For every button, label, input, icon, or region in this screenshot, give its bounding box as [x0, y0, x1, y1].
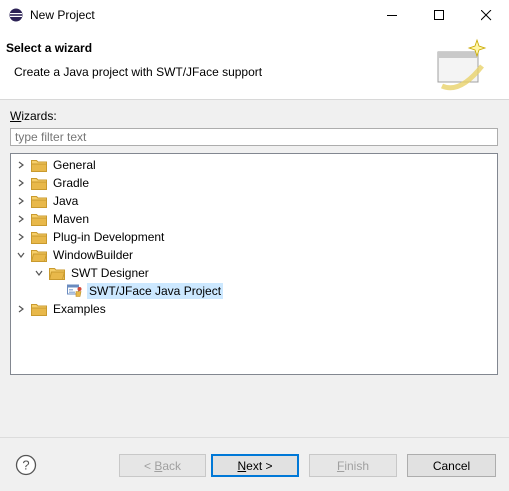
tree-item-label: Examples — [53, 302, 106, 316]
maximize-icon — [433, 9, 444, 20]
tree-item-label: Plug-in Development — [53, 230, 165, 244]
tree-item-label: General — [53, 158, 96, 172]
tree-item-label: SWT/JFace Java Project — [87, 283, 224, 299]
tree-item-windowbuilder[interactable]: WindowBuilder — [15, 246, 135, 264]
chevron-right-icon[interactable] — [15, 174, 27, 192]
maximize-button[interactable] — [416, 0, 462, 30]
folder-open-icon — [31, 249, 47, 262]
separator — [0, 437, 509, 438]
folder-icon — [31, 195, 47, 208]
wizards-label-mnemonic: W — [10, 109, 22, 123]
tree-item-swt-jface-java-project[interactable]: SWT/JFace Java Project — [67, 282, 224, 300]
folder-icon — [31, 159, 47, 172]
back-button-label: ack — [162, 458, 182, 473]
finish-button-mnemonic: F — [336, 458, 345, 473]
chevron-right-icon[interactable] — [15, 156, 27, 174]
wizards-label: Wizards: — [10, 109, 57, 123]
back-button[interactable]: < Back — [119, 454, 206, 477]
back-button-arrow: < — [143, 458, 155, 473]
minimize-icon — [386, 14, 397, 16]
chevron-down-icon[interactable] — [33, 264, 45, 282]
tree-item-general[interactable]: General — [15, 156, 98, 174]
tree-item-gradle[interactable]: Gradle — [15, 174, 91, 192]
chevron-right-icon[interactable] — [15, 210, 27, 228]
cancel-button[interactable]: Cancel — [407, 454, 496, 477]
page-title: Select a wizard — [6, 41, 93, 55]
close-icon — [480, 9, 491, 20]
help-icon[interactable]: ? — [15, 454, 37, 476]
filter-input[interactable] — [10, 128, 498, 146]
tree-item-plugin-development[interactable]: Plug-in Development — [15, 228, 166, 246]
back-button-mnemonic: B — [154, 458, 163, 473]
chevron-right-icon[interactable] — [15, 192, 27, 210]
swt-project-icon — [67, 284, 82, 297]
tree-item-label: Java — [53, 194, 79, 208]
finish-button-label: inish — [344, 458, 370, 473]
cancel-button-label: Cancel — [432, 458, 471, 473]
finish-button[interactable]: Finish — [309, 454, 397, 477]
wizard-header: Select a wizard Create a Java project wi… — [0, 30, 509, 100]
window-title: New Project — [30, 8, 95, 22]
folder-icon — [31, 213, 47, 226]
tree-item-java[interactable]: Java — [15, 192, 80, 210]
wizards-label-text: izards: — [21, 109, 57, 123]
folder-icon — [31, 303, 47, 316]
close-button[interactable] — [463, 0, 509, 30]
chevron-right-icon[interactable] — [15, 300, 27, 318]
folder-icon — [31, 177, 47, 190]
next-button-mnemonic: N — [237, 458, 247, 473]
tree-item-label: SWT Designer — [71, 266, 149, 280]
folder-icon — [31, 231, 47, 244]
folder-open-icon — [49, 267, 65, 280]
next-button[interactable]: Next > — [211, 454, 299, 477]
page-description: Create a Java project with SWT/JFace sup… — [14, 65, 263, 79]
tree-item-label: Gradle — [53, 176, 90, 190]
svg-text:?: ? — [22, 458, 29, 473]
next-button-label: ext > — [246, 458, 273, 473]
chevron-right-icon[interactable] — [15, 228, 27, 246]
tree-item-label: WindowBuilder — [53, 248, 134, 262]
tree-item-swt-designer[interactable]: SWT Designer — [33, 264, 151, 282]
tree-item-label: Maven — [53, 212, 90, 226]
minimize-button[interactable] — [369, 0, 415, 30]
wizard-tree[interactable]: General Gradle Java Maven Plug-in Develo… — [10, 153, 498, 375]
wizard-banner-icon — [437, 38, 487, 91]
tree-item-examples[interactable]: Examples — [15, 300, 108, 318]
tree-item-maven[interactable]: Maven — [15, 210, 91, 228]
eclipse-icon — [9, 8, 23, 22]
chevron-down-icon[interactable] — [15, 246, 27, 264]
